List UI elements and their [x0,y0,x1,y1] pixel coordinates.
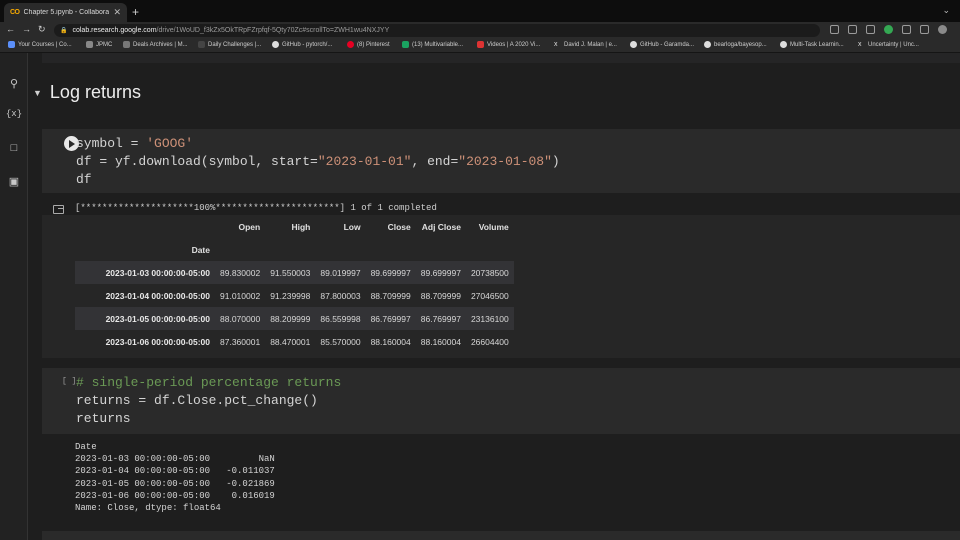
series-index-name: Date [75,442,97,452]
series-row: 2023-01-05 00:00:00-05:00 -0.021869 [75,478,275,489]
bookmark-item[interactable]: x Uncertainty | Unc... [858,41,919,48]
bookmark-item[interactable]: (13) Multivariable... [402,41,463,48]
bookmark-item[interactable]: Videos | A 2020 Vi... [477,41,540,48]
browser-tab[interactable]: CO Chapter 5.ipynb - Collaborator ✕ [4,3,127,22]
url-path: /drive/1WoUD_f3kZx5OkTRpFZrpfqf-5Qty70Zc… [156,27,390,34]
avatar[interactable] [938,25,947,34]
column-header: High [291,221,311,232]
grammarly-icon[interactable] [884,25,893,34]
code-editor[interactable]: symbol = 'GOOG' df = yf.download(symbol,… [76,135,560,189]
series-row: 2023-01-04 00:00:00-05:00 -0.011037 [75,466,275,477]
side-panel-icon[interactable] [920,25,929,34]
tab-title: Chapter 5.ipynb - Collaborator [23,9,110,16]
bookmark-item[interactable]: bearloga/bayesop... [704,41,767,48]
previous-cell [42,53,960,63]
table-row: 2023-01-04 00:00:00-05:00 91.010002 91.239… [105,290,509,301]
index-name: Date [191,244,210,255]
code-cell-download[interactable]: symbol = 'GOOG' df = yf.download(symbol,… [42,129,960,193]
download-progress: [*********************100%**************… [75,203,437,213]
bookmark-star-icon[interactable] [866,25,875,34]
bookmarks-bar: Your Courses | Co... JPMC Deals Archives… [0,39,960,53]
index-header-row: Date [75,238,514,261]
bookmark-item[interactable]: Your Courses | Co... [8,41,72,48]
column-header: Adj Close [421,221,461,232]
bookmark-item[interactable]: x David J. Malan | e... [554,41,617,48]
dataframe-output: Open High Low Close Adj Close Volume Dat… [42,215,960,358]
back-icon[interactable]: ← [6,24,15,34]
column-header: Volume [478,221,509,232]
bookmark-item[interactable]: GitHub - pytorch/... [272,41,332,48]
bookmark-item[interactable]: Deals Archives | M... [123,41,188,48]
bookmark-item[interactable]: Multi-Task Learnin... [780,41,844,48]
lock-icon: 🔒 [60,28,68,34]
cell-execution-prompt[interactable]: [ ] [62,377,76,386]
variables-icon[interactable]: {x} [0,109,28,119]
forward-icon[interactable]: → [22,24,31,34]
extension-icons: ⋮ [830,25,960,34]
browser-tab-strip: CO Chapter 5.ipynb - Collaborator ✕ + ⌄ [0,0,960,22]
terminal-icon[interactable]: ▣ [0,175,28,188]
address-bar-row: ← → ↻ 🔒 colab.research.google.com /drive… [0,22,960,39]
new-tab-button[interactable]: + [132,5,139,19]
dataframe-table: Open High Low Close Adj Close Volume Dat… [75,215,514,353]
colab-sidebar: ⚲ {x} □ ▣ [0,53,28,540]
table-row: 2023-01-05 00:00:00-05:00 88.070000 88.209… [75,307,514,330]
series-row: 2023-01-06 00:00:00-05:00 0.016019 [75,490,275,501]
collapse-caret-icon[interactable]: ▼ [33,88,42,98]
bookmark-item[interactable]: Daily Challenges |... [198,41,261,48]
code-cell-returns[interactable]: [ ] # single-period percentage returns r… [42,368,960,434]
series-row: 2023-01-03 00:00:00-05:00 NaN [75,454,275,465]
colab-logo-icon: CO [10,9,20,16]
column-header: Close [387,221,411,232]
folder-icon[interactable]: □ [0,142,28,154]
url-host: colab.research.google.com [72,27,157,34]
bookmark-item[interactable]: JPMC [86,41,112,48]
extensions-puzzle-icon[interactable] [902,25,911,34]
output-actions-icon[interactable] [53,205,64,214]
bookmark-item[interactable]: GitHub - Garamda... [630,41,694,48]
page-title: Log returns [49,82,141,102]
search-icon[interactable]: ⚲ [0,77,28,90]
table-header: Open High Low Close Adj Close Volume [75,215,514,238]
reload-icon[interactable]: ↻ [38,24,46,35]
url-input[interactable]: 🔒 colab.research.google.com /drive/1WoUD… [54,24,820,37]
code-editor[interactable]: # single-period percentage returns retur… [76,374,341,428]
column-header: Open [238,221,261,232]
series-footer: Name: Close, dtype: float64 [75,503,221,514]
zoom-icon[interactable] [830,25,839,34]
bookmark-item[interactable]: (8) Pinterest [347,41,390,48]
table-row: 2023-01-06 00:00:00-05:00 87.360001 88.470… [105,336,509,347]
menu-kebab-icon[interactable]: ⋮ [956,25,960,34]
series-output: Date 2023-01-03 00:00:00-05:00 NaN 2023-… [75,441,275,514]
next-cell [42,531,960,540]
tab-close-icon[interactable]: ✕ [113,7,121,18]
share-icon[interactable] [848,25,857,34]
tab-search-icon[interactable]: ⌄ [942,5,950,16]
section-heading[interactable]: ▼ Log returns [33,82,141,103]
table-row: 2023-01-03 00:00:00-05:00 89.830002 91.550… [75,261,514,284]
notebook: ▼ Log returns symbol = 'GOOG' df = yf.do… [28,53,960,540]
column-header: Low [343,221,361,232]
